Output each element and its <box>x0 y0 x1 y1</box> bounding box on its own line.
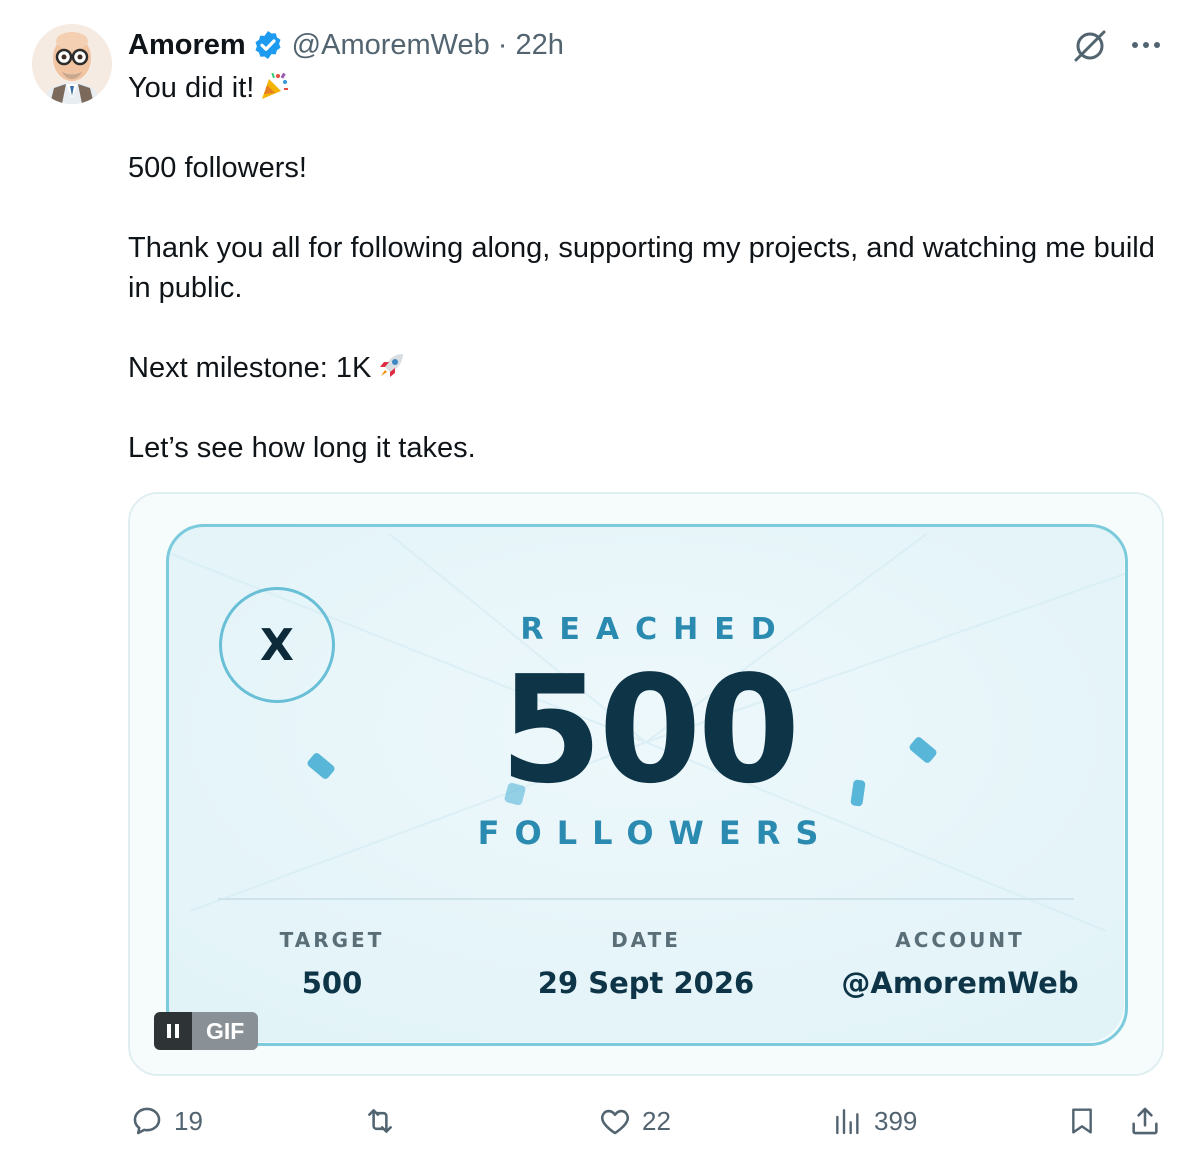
tweet-line: You did it! <box>128 68 1168 108</box>
tweet-line: Next milestone: 1K <box>128 348 1168 388</box>
reached-label: REACHED <box>520 612 792 647</box>
gif-media[interactable]: X REACHED 500 FOLLOWERS TARGET 500 DATE … <box>128 492 1164 1076</box>
rocket-icon <box>380 354 404 377</box>
grok-icon[interactable] <box>1070 28 1110 64</box>
date-stat: DATE 29 Sept 2026 <box>496 928 796 1000</box>
author-name[interactable]: Amorem <box>128 29 246 62</box>
views-button[interactable]: 399 <box>832 1098 917 1144</box>
share-icon <box>1132 1107 1158 1135</box>
like-button[interactable]: 22 <box>598 1098 671 1144</box>
avatar[interactable] <box>32 24 112 104</box>
like-count: 22 <box>642 1105 671 1136</box>
target-label: TARGET <box>279 928 385 952</box>
target-stat: TARGET 500 <box>182 928 482 1000</box>
reply-button[interactable]: 19 <box>130 1098 203 1144</box>
separator-dot: · <box>497 28 508 61</box>
party-popper-icon <box>262 72 289 99</box>
gif-label: GIF <box>192 1012 259 1050</box>
tweet-line: Let’s see how long it takes. <box>128 432 476 464</box>
heart-icon <box>601 1109 629 1135</box>
retweet-button[interactable] <box>362 1098 408 1144</box>
follower-count: 500 <box>499 644 801 816</box>
views-count: 399 <box>874 1105 918 1136</box>
bookmark-button[interactable] <box>1066 1098 1098 1144</box>
tweet-line: 500 followers! <box>128 152 307 184</box>
avatar-illustration <box>32 24 112 104</box>
reply-count: 19 <box>174 1105 203 1136</box>
date-label: DATE <box>611 928 681 952</box>
date-value: 29 Sept 2026 <box>537 966 755 1000</box>
reply-icon <box>133 1107 161 1135</box>
views-chart-icon <box>836 1109 859 1135</box>
tweet-header: Amorem @AmoremWeb · 22h <box>128 26 564 64</box>
tweet-timestamp[interactable]: 22h <box>515 29 563 62</box>
author-handle[interactable]: @AmoremWeb <box>292 29 490 62</box>
pause-icon[interactable] <box>154 1012 192 1050</box>
gif-control[interactable]: GIF <box>154 1012 259 1050</box>
followers-label: FOLLOWERS <box>477 814 834 852</box>
retweet-icon <box>368 1109 392 1133</box>
target-value: 500 <box>301 966 363 1000</box>
account-value: @AmoremWeb <box>841 966 1079 1000</box>
card-divider <box>218 898 1074 900</box>
verified-badge-icon <box>255 31 281 59</box>
more-options-icon[interactable] <box>1126 30 1166 60</box>
tweet-body: You did it! 500 followers! Thank you all… <box>128 68 1168 468</box>
bookmark-icon <box>1072 1108 1092 1134</box>
share-button[interactable] <box>1128 1098 1162 1144</box>
tweet-line: Thank you all for following along, suppo… <box>128 232 1155 304</box>
account-label: ACCOUNT <box>895 928 1025 952</box>
account-stat: ACCOUNT @AmoremWeb <box>810 928 1110 1000</box>
